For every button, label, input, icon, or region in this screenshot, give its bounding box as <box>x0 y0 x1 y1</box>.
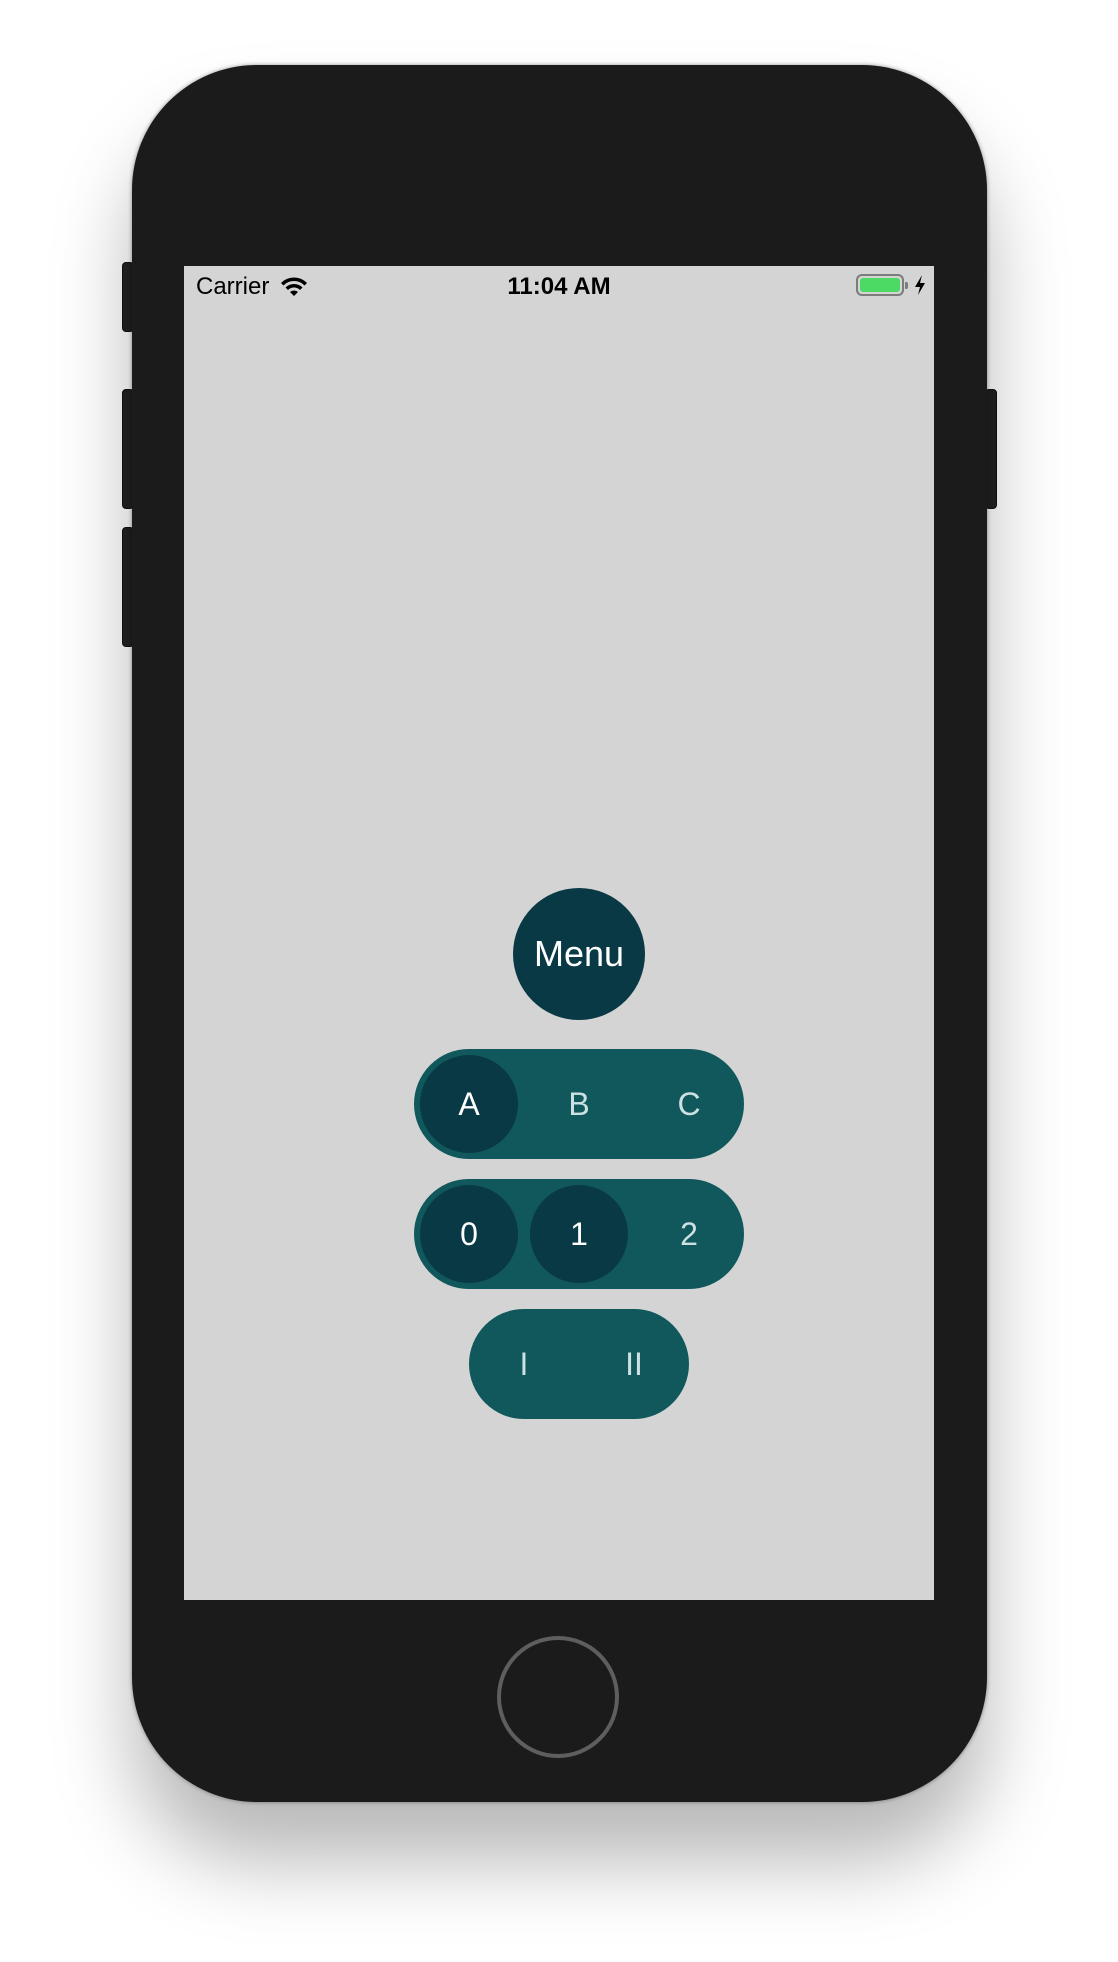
status-right <box>856 274 926 296</box>
segment-b[interactable]: B <box>530 1055 628 1153</box>
segment-1[interactable]: 1 <box>530 1185 628 1283</box>
battery-tip <box>905 282 908 289</box>
battery-icon <box>856 274 908 296</box>
segment-0[interactable]: 0 <box>420 1185 518 1283</box>
menu-button[interactable]: Menu <box>513 888 645 1020</box>
segment-2[interactable]: 2 <box>640 1185 738 1283</box>
status-time: 11:04 AM <box>507 273 611 300</box>
letter-segmented-control: A B C <box>414 1049 744 1159</box>
number-segmented-control: 0 1 2 <box>414 1179 744 1289</box>
segment-i[interactable]: I <box>475 1315 573 1413</box>
status-bar: Carrier 11:04 AM <box>184 266 934 306</box>
bolt-icon <box>915 275 925 295</box>
roman-segmented-control: I II <box>469 1309 689 1419</box>
device-frame-stage: Carrier 11:04 AM Menu A B C 0 1 2 I II <box>0 0 1118 1962</box>
segment-ii[interactable]: II <box>585 1315 683 1413</box>
app-screen: Carrier 11:04 AM Menu A B C 0 1 2 I II <box>184 266 934 1600</box>
segment-a[interactable]: A <box>420 1055 518 1153</box>
home-button[interactable] <box>497 1636 619 1758</box>
segment-c[interactable]: C <box>640 1055 738 1153</box>
battery-fill <box>860 278 900 292</box>
